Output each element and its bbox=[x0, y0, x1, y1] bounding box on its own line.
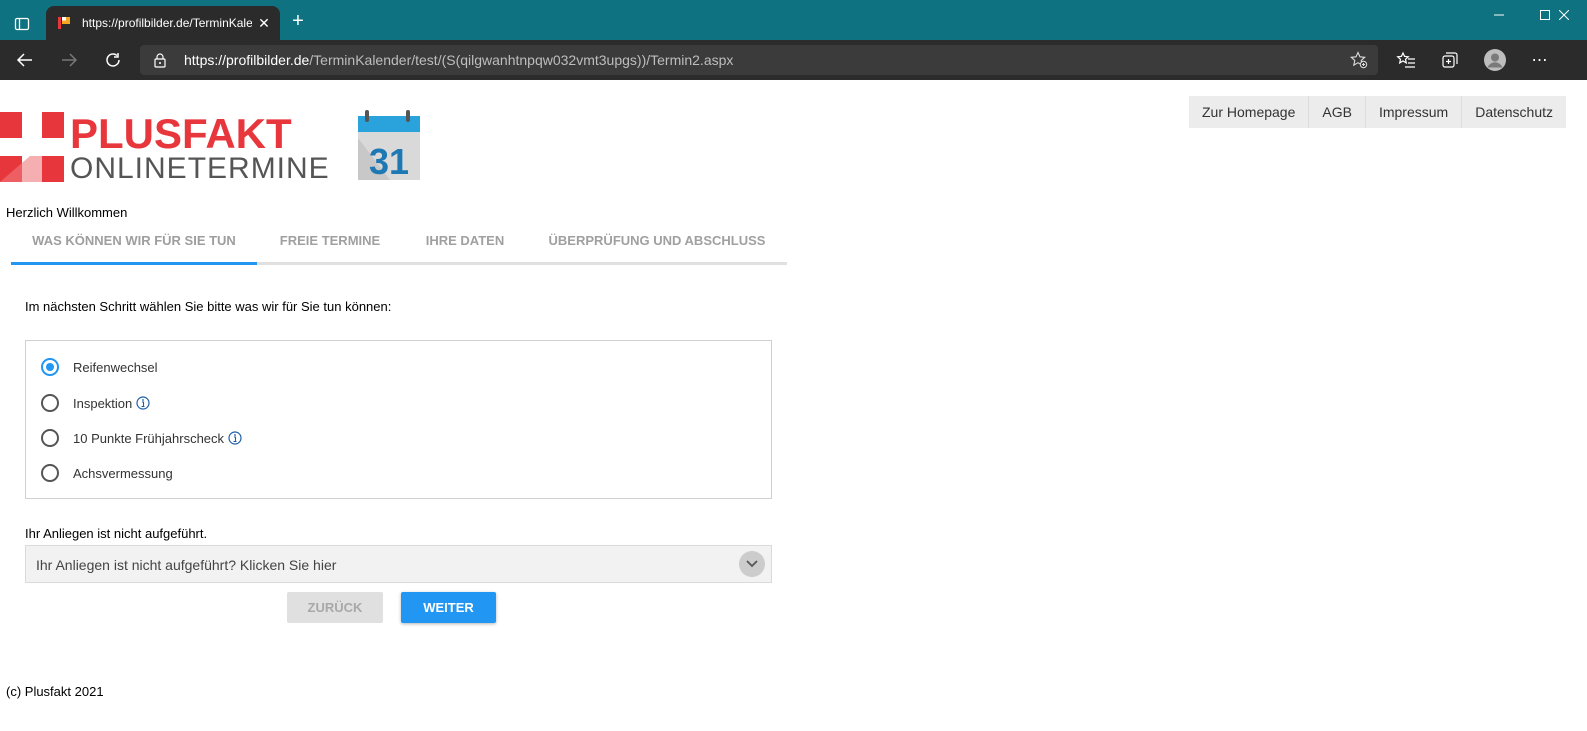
collections-icon[interactable] bbox=[1438, 48, 1462, 72]
calendar-day-text: 31 bbox=[369, 141, 409, 182]
not-listed-dropdown[interactable]: Ihr Anliegen ist nicht aufgeführt? Klick… bbox=[25, 545, 772, 583]
logo-cross-icon bbox=[0, 112, 64, 182]
option-label: 10 Punkte Frühjahrscheck bbox=[73, 430, 225, 446]
service-options-box: Reifenwechsel Inspektion 10 Punkte Frühj… bbox=[25, 340, 772, 499]
site-favicon-icon bbox=[56, 15, 72, 31]
top-navigation: Zur Homepage AGB Impressum Datenschutz bbox=[1189, 96, 1567, 128]
info-icon[interactable] bbox=[228, 431, 242, 445]
nav-homepage-link[interactable]: Zur Homepage bbox=[1189, 96, 1308, 128]
next-button[interactable]: WEITER bbox=[401, 592, 496, 623]
forward-arrow-icon[interactable] bbox=[54, 45, 84, 75]
dropdown-text: Ihr Anliegen ist nicht aufgeführt? Klick… bbox=[36, 557, 337, 573]
nav-datenschutz-link[interactable]: Datenschutz bbox=[1461, 96, 1566, 128]
step-review[interactable]: ÜBERPRÜFUNG UND ABSCHLUSS bbox=[527, 224, 787, 262]
window-close-icon[interactable] bbox=[1541, 0, 1587, 30]
step-service[interactable]: WAS KÖNNEN WIR FÜR SIE TUN bbox=[11, 224, 257, 262]
tab-close-icon[interactable]: ✕ bbox=[256, 15, 272, 31]
address-bar[interactable]: https://profilbilder.de/TerminKalender/t… bbox=[140, 45, 1378, 75]
active-step-indicator bbox=[11, 262, 257, 265]
option-label: Reifenwechsel bbox=[73, 359, 158, 375]
option-inspektion[interactable]: Inspektion bbox=[41, 392, 150, 414]
step-your-data[interactable]: IHRE DATEN bbox=[403, 224, 527, 262]
radio-reifenwechsel[interactable] bbox=[41, 358, 59, 376]
wizard-steps: WAS KÖNNEN WIR FÜR SIE TUN FREIE TERMINE… bbox=[11, 224, 787, 265]
back-button[interactable]: ZURÜCK bbox=[287, 592, 383, 623]
window-minimize-icon[interactable] bbox=[1476, 0, 1522, 30]
option-label: Achsvermessung bbox=[73, 465, 173, 481]
radio-achsvermessung[interactable] bbox=[41, 464, 59, 482]
radio-inspektion[interactable] bbox=[41, 394, 59, 412]
tab-actions-icon[interactable] bbox=[8, 10, 36, 38]
logo-sub-text: ONLINETERMINE bbox=[70, 152, 330, 185]
more-menu-icon[interactable]: ⋯ bbox=[1528, 48, 1552, 72]
tab-title: https://profilbilder.de/TerminKalender/t… bbox=[82, 16, 252, 30]
add-favorite-icon[interactable] bbox=[1350, 51, 1368, 69]
not-listed-label: Ihr Anliegen ist nicht aufgeführt. bbox=[25, 526, 208, 541]
profile-avatar-icon[interactable] bbox=[1483, 48, 1507, 72]
new-tab-icon[interactable]: + bbox=[288, 11, 308, 32]
browser-tab[interactable]: https://profilbilder.de/TerminKalender/t… bbox=[46, 6, 280, 40]
footer-copyright: (c) Plusfakt 2021 bbox=[6, 684, 104, 699]
url-path: /TerminKalender/test/(S(qilgwanhtnpqw032… bbox=[309, 52, 734, 68]
favorites-icon[interactable] bbox=[1394, 48, 1418, 72]
url-domain: https://profilbilder.de bbox=[184, 52, 310, 68]
browser-tab-bar: https://profilbilder.de/TerminKalender/t… bbox=[0, 0, 1587, 40]
radio-fruehjahrscheck[interactable] bbox=[41, 429, 59, 447]
nav-impressum-link[interactable]: Impressum bbox=[1364, 96, 1461, 128]
welcome-text: Herzlich Willkommen bbox=[6, 205, 128, 220]
step-free-slots[interactable]: FREIE TERMINE bbox=[257, 224, 403, 262]
nav-agb-link[interactable]: AGB bbox=[1308, 96, 1365, 128]
option-achsvermessung[interactable]: Achsvermessung bbox=[41, 462, 173, 484]
option-label: Inspektion bbox=[73, 395, 133, 411]
url-text: https://profilbilder.de/TerminKalender/t… bbox=[184, 52, 733, 68]
option-fruehjahrscheck[interactable]: 10 Punkte Frühjahrscheck bbox=[41, 427, 242, 449]
browser-toolbar: https://profilbilder.de/TerminKalender/t… bbox=[0, 40, 1587, 80]
option-reifenwechsel[interactable]: Reifenwechsel bbox=[41, 356, 158, 378]
back-arrow-icon[interactable] bbox=[10, 45, 40, 75]
calendar-icon: 31 bbox=[358, 110, 420, 182]
chevron-down-icon[interactable] bbox=[739, 551, 765, 577]
lock-icon[interactable] bbox=[152, 52, 168, 68]
info-icon[interactable] bbox=[136, 396, 150, 410]
service-prompt: Im nächsten Schritt wählen Sie bitte was… bbox=[25, 299, 392, 314]
plusfakt-logo[interactable]: PLUSFAKT ONLINETERMINE 31 bbox=[0, 108, 430, 188]
refresh-icon[interactable] bbox=[98, 45, 128, 75]
logo-brand-text: PLUSFAKT bbox=[70, 110, 292, 157]
